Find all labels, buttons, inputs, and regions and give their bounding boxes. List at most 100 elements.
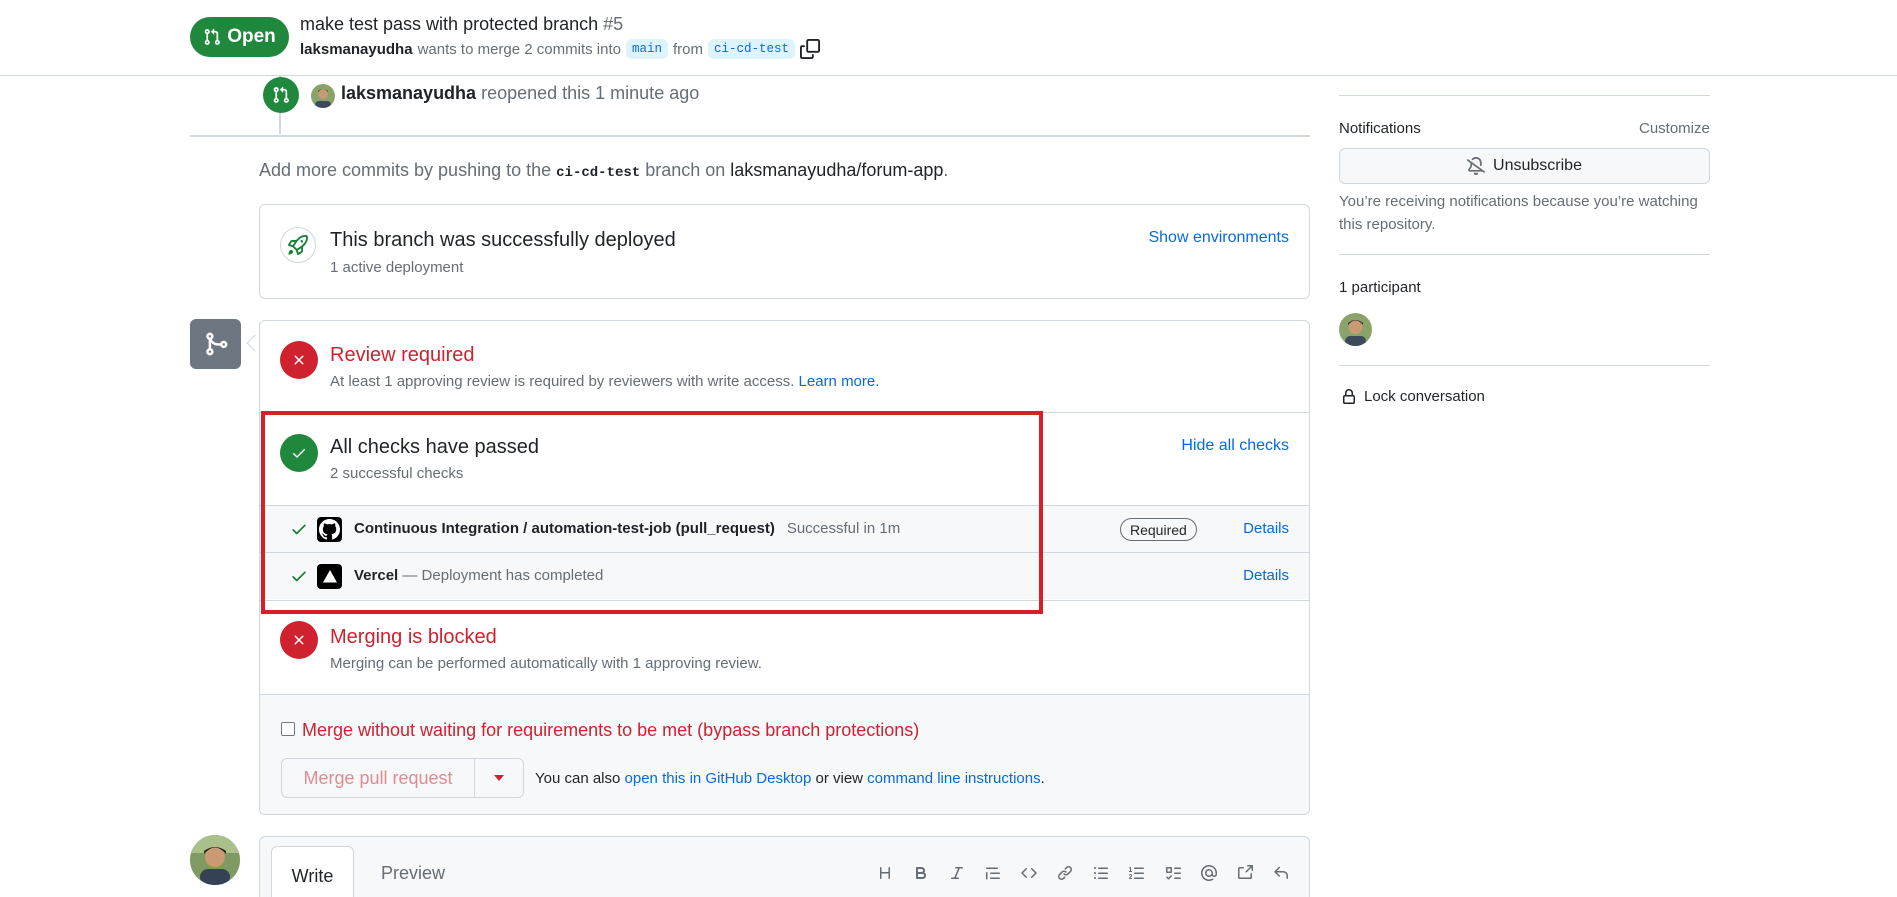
pr-merge-info: laksmanayudha wants to merge 2 commits i… <box>300 39 821 59</box>
cross-reference-icon[interactable] <box>1233 861 1257 885</box>
bell-slash-icon <box>1467 157 1486 175</box>
unsubscribe-label: Unsubscribe <box>1493 157 1582 174</box>
git-pull-request-icon <box>273 86 289 103</box>
review-text: At least 1 approving review is required … <box>330 373 795 390</box>
merge-actions: Merge without waiting for requirements t… <box>260 694 1309 814</box>
pr-state-label: Open <box>227 26 276 47</box>
repo-link[interactable]: laksmanayudha/forum-app <box>730 160 943 180</box>
mergebox-divider <box>260 600 1309 601</box>
hint-prefix: Add more commits by pushing to the <box>259 160 552 180</box>
merging-blocked-title: Merging is blocked <box>330 626 497 648</box>
details-link[interactable]: Details <box>1243 520 1289 537</box>
command-line-instructions-link[interactable]: command line instructions <box>867 770 1040 787</box>
show-environments-link[interactable]: Show environments <box>1148 229 1289 247</box>
checks-title: All checks have passed <box>330 436 540 458</box>
hint-suffix: . <box>943 160 949 180</box>
learn-more-link[interactable]: Learn more. <box>799 373 880 390</box>
timeline-divider <box>190 135 1310 137</box>
participant-avatar[interactable] <box>1339 313 1372 346</box>
deployment-box: This branch was successfully deployed 1 … <box>259 204 1310 299</box>
triangle-down-icon <box>494 775 504 781</box>
check-icon <box>292 524 306 535</box>
head-branch[interactable]: ci-cd-test <box>708 39 796 59</box>
notification-reason: You’re receiving notifications because y… <box>1339 193 1698 233</box>
lock-icon <box>1343 388 1355 404</box>
base-branch[interactable]: main <box>625 39 668 59</box>
reply-icon[interactable] <box>1269 861 1293 885</box>
tasklist-icon[interactable] <box>1161 861 1185 885</box>
event-user-link[interactable]: laksmanayudha <box>341 83 476 103</box>
avatar[interactable] <box>311 84 335 108</box>
unsubscribe-button[interactable]: Unsubscribe <box>1339 148 1710 184</box>
merge-pull-request-button[interactable]: Merge pull request <box>282 759 475 797</box>
details-link[interactable]: Details <box>1243 567 1289 584</box>
pr-state-badge: Open <box>190 17 289 57</box>
x-circle-icon <box>280 621 318 659</box>
avatar[interactable] <box>190 835 240 885</box>
tab-write[interactable]: Write <box>271 846 354 897</box>
bold-icon[interactable] <box>909 861 933 885</box>
check-row[interactable]: Vercel — Deployment has completed Detail… <box>260 552 1309 599</box>
reopen-event-text: laksmanayudha reopened this 1 minute ago <box>341 83 699 104</box>
mergebox-divider <box>260 412 1309 413</box>
pr-author-link[interactable]: laksmanayudha <box>300 41 413 58</box>
x-circle-icon <box>280 341 318 379</box>
required-badge: Required <box>1120 518 1197 541</box>
pr-number: #5 <box>603 14 624 34</box>
pr-title-text: make test pass with protected branch <box>300 14 599 34</box>
link-icon[interactable] <box>1053 861 1077 885</box>
hint-branch: ci-cd-test <box>556 165 641 181</box>
hide-all-checks-link[interactable]: Hide all checks <box>1181 437 1289 455</box>
participants-label: 1 participant <box>1339 279 1421 296</box>
mention-icon[interactable] <box>1197 861 1221 885</box>
ordered-list-icon[interactable] <box>1125 861 1149 885</box>
merge-text-2: from <box>673 40 703 58</box>
quote-icon[interactable] <box>981 861 1005 885</box>
bypass-checkbox[interactable] <box>281 722 295 736</box>
check-name: Continuous Integration / automation-test… <box>354 520 900 537</box>
check-row[interactable]: Continuous Integration / automation-test… <box>260 505 1309 552</box>
bypass-label[interactable]: Merge without waiting for requirements t… <box>302 720 919 741</box>
lock-label: Lock conversation <box>1364 388 1485 405</box>
deploy-subtitle: 1 active deployment <box>330 259 464 276</box>
event-description: reopened this 1 minute ago <box>481 83 700 103</box>
also-prefix: You can also <box>535 770 621 787</box>
merge-options-dropdown[interactable] <box>475 759 523 797</box>
push-hint: Add more commits by pushing to the ci-cd… <box>259 160 948 181</box>
merge-text-1: wants to merge 2 commits into <box>417 40 621 58</box>
check-circle-icon <box>280 434 318 472</box>
merge-box: Review required At least 1 approving rev… <box>259 320 1310 815</box>
merge-alternatives-text: You can also open this in GitHub Desktop… <box>535 770 1045 787</box>
check-status: — Deployment has completed <box>402 567 604 584</box>
pr-title: make test pass with protected branch #5 <box>300 14 623 35</box>
git-pull-request-icon <box>204 28 221 45</box>
notifications-label: Notifications <box>1339 120 1421 137</box>
reopened-event-badge <box>263 77 299 113</box>
hint-middle: branch on <box>645 160 726 180</box>
check-icon <box>292 571 306 582</box>
copy-icon[interactable] <box>800 39 821 59</box>
customize-link[interactable]: Customize <box>1639 120 1710 137</box>
also-middle: or view <box>815 770 863 787</box>
check-title: Vercel <box>354 567 399 584</box>
merging-blocked-text: Merging can be performed automatically w… <box>330 655 762 672</box>
heading-icon[interactable] <box>873 861 897 885</box>
markdown-toolbar <box>873 861 1293 885</box>
also-suffix: . <box>1040 770 1045 787</box>
lock-conversation-button[interactable]: Lock conversation <box>1341 388 1485 405</box>
review-required-text: At least 1 approving review is required … <box>330 373 879 390</box>
checks-subtitle: 2 successful checks <box>330 465 464 482</box>
pr-sticky-header: Open make test pass with protected branc… <box>0 0 1897 76</box>
sidebar-divider <box>1339 95 1710 96</box>
check-title: Continuous Integration / automation-test… <box>354 520 775 537</box>
unordered-list-icon[interactable] <box>1089 861 1113 885</box>
sidebar-divider <box>1339 365 1710 366</box>
git-merge-icon <box>190 319 241 369</box>
check-status: Successful in 1m <box>786 520 901 537</box>
tab-preview[interactable]: Preview <box>381 863 445 884</box>
merge-button-group: Merge pull request <box>281 758 524 798</box>
vercel-icon <box>317 564 342 589</box>
code-icon[interactable] <box>1017 861 1041 885</box>
open-github-desktop-link[interactable]: open this in GitHub Desktop <box>625 770 812 787</box>
italic-icon[interactable] <box>945 861 969 885</box>
